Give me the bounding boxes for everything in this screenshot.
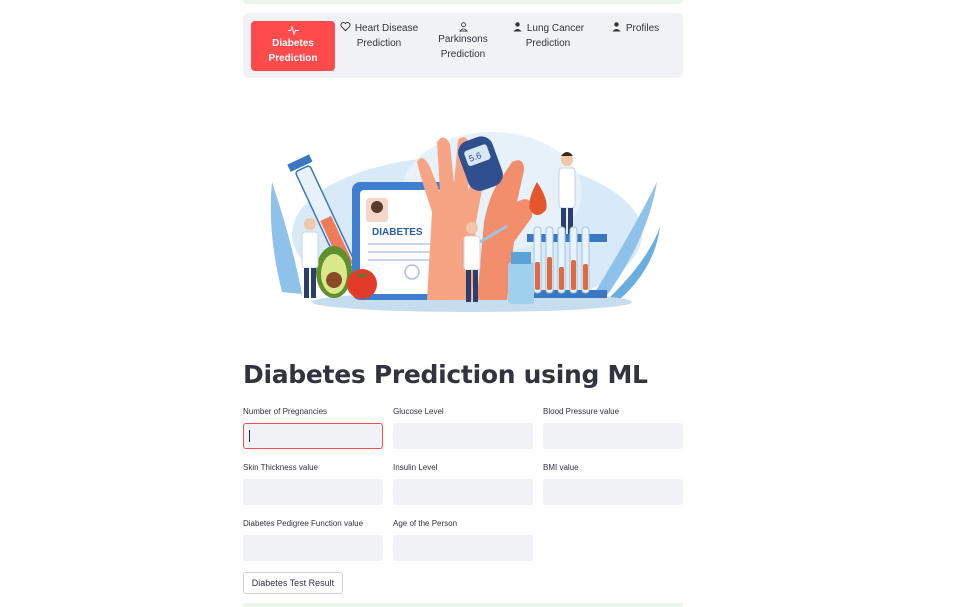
nav-item-lung-cancer[interactable]: Lung Cancer Prediction (506, 21, 590, 71)
age-label: Age of the Person (393, 519, 458, 528)
pregnancies-label: Number of Pregnancies (243, 407, 328, 416)
diabetes-illustration: DIABETES 5.6 (270, 132, 660, 312)
insulin-label: Insulin Level (393, 463, 438, 472)
nav-item-label: Profiles (625, 23, 660, 34)
nav-item-profiles[interactable]: Profiles (593, 21, 677, 71)
nav-item-label: Diabetes Prediction (268, 38, 318, 64)
person-fill-icon (513, 22, 522, 32)
illustration-sign-text: DIABETES (372, 227, 423, 238)
nav-item-parkinsons[interactable]: Parkinsons Prediction (421, 21, 505, 71)
text-cursor (249, 430, 250, 442)
pedigree-input[interactable] (243, 535, 383, 561)
nav-item-label: Parkinsons Prediction (438, 34, 488, 60)
nav-item-label: Heart Disease Prediction (354, 23, 419, 49)
bmi-input[interactable] (543, 479, 683, 505)
pedigree-label: Diabetes Pedigree Function value (243, 519, 364, 528)
glucose-input[interactable] (393, 423, 533, 449)
nav-item-diabetes[interactable]: Diabetes Prediction (251, 21, 335, 71)
blood-pressure-input[interactable] (543, 423, 683, 449)
bottom-result-strip (243, 603, 683, 607)
age-input[interactable] (393, 535, 533, 561)
glucose-label: Glucose Level (393, 407, 444, 416)
skin-thickness-input[interactable] (243, 479, 383, 505)
top-alert-strip (243, 0, 683, 4)
person-fill-icon (612, 22, 621, 32)
blood-pressure-label: Blood Pressure value (543, 407, 620, 416)
insulin-input[interactable] (393, 479, 533, 505)
heart-icon (340, 22, 351, 32)
nav-item-label: Lung Cancer Prediction (525, 23, 585, 49)
nav-item-heart-disease[interactable]: Heart Disease Prediction (337, 21, 421, 71)
skin-thickness-label: Skin Thickness value (243, 463, 318, 472)
person-icon (458, 22, 468, 32)
diabetes-test-result-button[interactable]: Diabetes Test Result (243, 572, 343, 594)
page-title: Diabetes Prediction using ML (243, 360, 648, 389)
bmi-label: BMI value (543, 463, 579, 472)
option-menu-navbar: Diabetes Prediction Heart Disease Predic… (243, 13, 683, 78)
activity-icon (287, 25, 299, 36)
pregnancies-input[interactable] (243, 423, 383, 449)
